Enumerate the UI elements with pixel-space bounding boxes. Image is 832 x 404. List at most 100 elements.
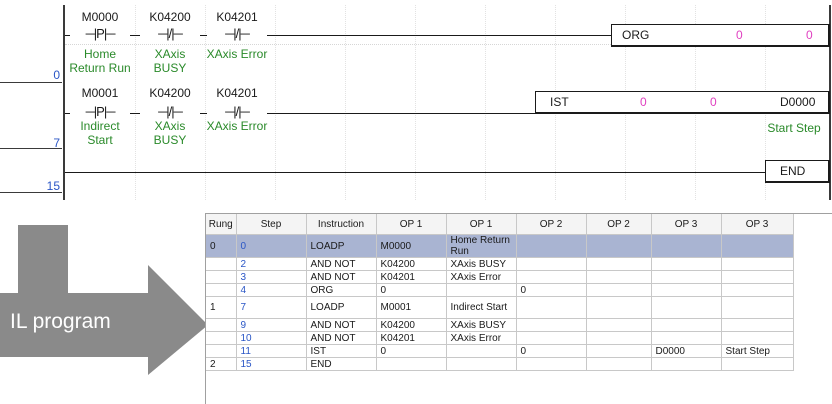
table-row[interactable]: 2 AND NOT K04200 XAxis BUSY: [206, 257, 794, 271]
column-header-op1-comment[interactable]: OP 1: [446, 214, 517, 235]
op2-cell: [516, 270, 587, 284]
step-cell: 9: [236, 318, 307, 332]
op3-comment-cell: Start Step: [721, 344, 794, 358]
function-name: IST: [550, 95, 569, 109]
rung-cell: 0: [206, 234, 237, 258]
rung-cell: 1: [206, 296, 237, 319]
device-address: K04201: [216, 86, 258, 100]
op3-cell: [651, 283, 722, 297]
rung-number[interactable]: 0: [0, 68, 60, 82]
device-comment: XAxis Error: [206, 119, 268, 133]
device-comment: Start Step: [767, 121, 821, 135]
step-cell: 0: [236, 234, 307, 258]
instruction-cell: AND NOT: [306, 270, 377, 284]
device-address: M0000: [81, 10, 119, 24]
rung-cell: [206, 344, 237, 358]
op2-cell: 0: [516, 344, 587, 358]
function-name: END: [780, 164, 806, 178]
instruction-cell: AND NOT: [306, 257, 377, 271]
op3-cell: D0000: [651, 344, 722, 358]
op3-cell: [651, 257, 722, 271]
op3-cell: [651, 318, 722, 332]
op1-cell: K04201: [376, 331, 447, 345]
table-row[interactable]: 3 AND NOT K04201 XAxis Error: [206, 270, 794, 284]
positive-pulse-contact-icon: ─|P|─: [70, 26, 130, 41]
table-row[interactable]: 1 7 LOADP M0001 Indirect Start: [206, 296, 794, 319]
column-header-op2[interactable]: OP 2: [516, 214, 587, 235]
op2-cell: [516, 296, 587, 319]
arrow-label: IL program: [10, 310, 111, 333]
op3-comment-cell: [721, 270, 794, 284]
op3-comment-cell: [721, 234, 794, 258]
right-arrow-icon: [0, 225, 208, 375]
step-cell: 4: [236, 283, 307, 297]
rung-number[interactable]: 15: [0, 179, 60, 193]
table-row[interactable]: 9 AND NOT K04200 XAxis BUSY: [206, 318, 794, 332]
column-header-rung[interactable]: Rung: [206, 214, 237, 235]
table-header-row: Rung Step Instruction OP 1 OP 1 OP 2 OP …: [206, 214, 794, 235]
device-address: M0001: [81, 86, 119, 100]
table-row[interactable]: 10 AND NOT K04201 XAxis Error: [206, 331, 794, 345]
device-address: K04200: [149, 86, 191, 100]
table-row[interactable]: 11 IST 0 0 D0000 Start Step: [206, 344, 794, 358]
function-operand: 0: [806, 28, 813, 42]
instruction-cell: ORG: [306, 283, 377, 297]
op1-comment-cell: XAxis BUSY: [446, 257, 517, 271]
device-comment: XAxis BUSY: [153, 47, 187, 75]
normally-closed-contact-icon: ─|/|─: [207, 26, 267, 41]
table-row[interactable]: 2 15 END: [206, 357, 794, 371]
device-comment: XAxis Error: [206, 47, 268, 61]
device-comment: Indirect Start: [80, 119, 120, 147]
op2-cell: [516, 318, 587, 332]
column-header-op2-comment[interactable]: OP 2: [586, 214, 652, 235]
op3-comment-cell: [721, 283, 794, 297]
ladder-diagram: 0 M0000 ─|P|─ Home Return Run K04200 ─|/…: [0, 0, 832, 205]
op1-comment-cell: [446, 344, 517, 358]
op2-comment-cell: [586, 257, 652, 271]
device-comment: XAxis BUSY: [153, 119, 187, 147]
rung-number[interactable]: 7: [0, 136, 60, 150]
step-cell: 15: [236, 357, 307, 371]
op3-comment-cell: [721, 331, 794, 345]
column-header-op3[interactable]: OP 3: [651, 214, 722, 235]
column-header-instruction[interactable]: Instruction: [306, 214, 377, 235]
op2-comment-cell: [586, 270, 652, 284]
instruction-cell: LOADP: [306, 234, 377, 258]
column-header-op1[interactable]: OP 1: [376, 214, 447, 235]
function-block-org[interactable]: ORG 0 0: [611, 24, 830, 47]
device-comment: Home Return Run: [69, 47, 131, 75]
op2-comment-cell: [586, 296, 652, 319]
step-cell: 2: [236, 257, 307, 271]
op1-comment-cell: [446, 283, 517, 297]
op3-cell: [651, 357, 722, 371]
op1-cell: [376, 357, 447, 371]
column-header-op3-comment[interactable]: OP 3: [721, 214, 794, 235]
rung-cell: [206, 318, 237, 332]
instruction-cell: END: [306, 357, 377, 371]
table-row[interactable]: 4 ORG 0 0: [206, 283, 794, 297]
instruction-cell: LOADP: [306, 296, 377, 319]
op1-comment-cell: Home Return Run: [446, 234, 517, 258]
rung-cell: [206, 257, 237, 271]
function-block-end[interactable]: END: [765, 160, 830, 183]
rung-separator: [0, 82, 62, 83]
op1-comment-cell: XAxis Error: [446, 270, 517, 284]
rung-cell: [206, 283, 237, 297]
normally-closed-contact-icon: ─|/|─: [207, 104, 267, 119]
column-header-step[interactable]: Step: [236, 214, 307, 235]
function-block-ist[interactable]: IST 0 0 D0000: [535, 91, 830, 114]
op3-cell: [651, 331, 722, 345]
rung-wire: [65, 172, 765, 173]
op1-cell: K04200: [376, 257, 447, 271]
op2-comment-cell: [586, 344, 652, 358]
op1-cell: 0: [376, 344, 447, 358]
op2-comment-cell: [586, 234, 652, 258]
op2-cell: [516, 234, 587, 258]
op2-comment-cell: [586, 318, 652, 332]
op3-comment-cell: [721, 257, 794, 271]
instruction-cell: AND NOT: [306, 318, 377, 332]
table-row[interactable]: 0 0 LOADP M0000 Home Return Run: [206, 234, 794, 258]
function-name: ORG: [622, 28, 650, 42]
op1-cell: M0001: [376, 296, 447, 319]
device-address: K04201: [216, 10, 258, 24]
